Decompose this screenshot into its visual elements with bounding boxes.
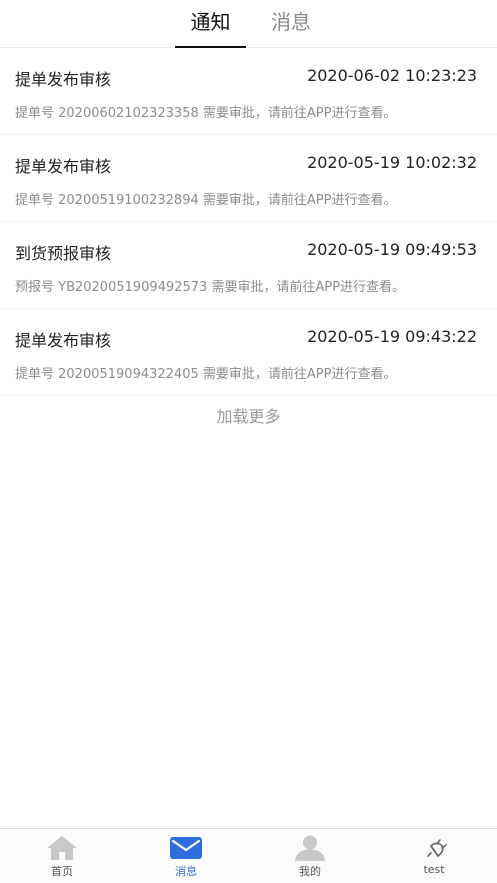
nav-item-messages[interactable]: 消息	[124, 829, 248, 883]
nav-label: test	[423, 863, 445, 876]
item-title: 提单发布审核	[15, 331, 112, 350]
tab-messages[interactable]: 消息	[262, 0, 320, 48]
nav-label: 我的	[299, 865, 321, 878]
item-description: 提单号 20200602102323358 需要审批，请前往APP进行查看。	[15, 106, 397, 121]
plug-icon	[418, 835, 450, 861]
user-icon	[294, 835, 326, 861]
item-time: 2020-05-19 09:49:53	[307, 240, 477, 259]
item-description: 提单号 20200519100232894 需要审批，请前往APP进行查看。	[15, 193, 397, 208]
nav-item-test[interactable]: test	[372, 829, 496, 883]
bottom-nav-bar: 首页 消息 我的 test	[0, 828, 497, 883]
home-icon	[46, 835, 78, 861]
item-time: 2020-05-19 09:43:22	[307, 327, 477, 346]
top-tab-bar: 通知 消息	[0, 0, 497, 48]
nav-item-home[interactable]: 首页	[0, 829, 124, 883]
tab-notifications[interactable]: 通知	[175, 0, 246, 48]
notification-list: 提单发布审核 2020-06-02 10:23:23 提单号 202006021…	[0, 48, 497, 396]
list-item[interactable]: 提单发布审核 2020-06-02 10:23:23 提单号 202006021…	[0, 48, 497, 135]
load-more-button[interactable]: 加载更多	[0, 403, 497, 427]
item-title: 提单发布审核	[15, 157, 112, 176]
list-item[interactable]: 提单发布审核 2020-05-19 10:02:32 提单号 202005191…	[0, 135, 497, 222]
item-title: 到货预报审核	[15, 244, 112, 263]
item-description: 提单号 20200519094322405 需要审批，请前往APP进行查看。	[15, 367, 397, 382]
nav-item-profile[interactable]: 我的	[248, 829, 372, 883]
item-description: 预报号 YB2020051909492573 需要审批，请前往APP进行查看。	[15, 280, 406, 295]
mail-icon	[170, 835, 202, 861]
item-title: 提单发布审核	[15, 70, 112, 89]
nav-label: 首页	[51, 865, 73, 878]
item-time: 2020-05-19 10:02:32	[307, 153, 477, 172]
list-item[interactable]: 到货预报审核 2020-05-19 09:49:53 预报号 YB2020051…	[0, 222, 497, 309]
list-item[interactable]: 提单发布审核 2020-05-19 09:43:22 提单号 202005190…	[0, 309, 497, 396]
app-screen: 通知 消息 提单发布审核 2020-06-02 10:23:23 提单号 202…	[0, 0, 497, 883]
nav-label: 消息	[175, 865, 197, 878]
item-time: 2020-06-02 10:23:23	[307, 66, 477, 85]
